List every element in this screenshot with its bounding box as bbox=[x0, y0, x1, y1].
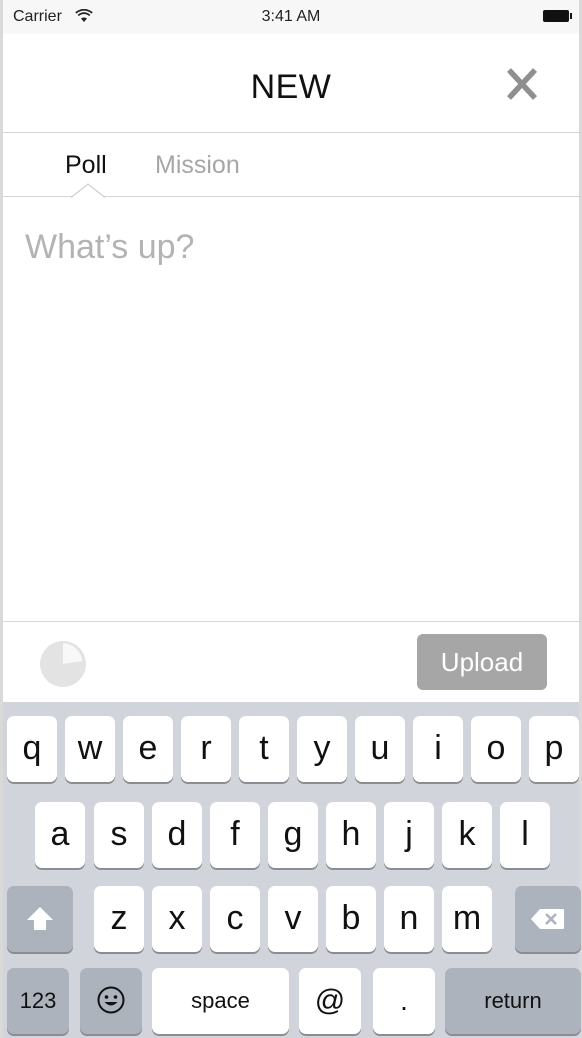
key-p[interactable]: p bbox=[529, 716, 579, 782]
delete-key[interactable] bbox=[515, 886, 581, 952]
keyboard: q w e r t y u i o p a s d f g h j k l z … bbox=[3, 702, 581, 1038]
key-w[interactable]: w bbox=[65, 716, 115, 782]
key-r[interactable]: r bbox=[181, 716, 231, 782]
status-bar: Carrier 3:41 AM bbox=[3, 0, 579, 34]
screen: Carrier 3:41 AM NEW Poll Mission What’s … bbox=[0, 0, 582, 1038]
key-z[interactable]: z bbox=[94, 886, 144, 952]
period-key[interactable]: . bbox=[373, 968, 435, 1034]
shift-icon bbox=[27, 907, 53, 930]
key-h[interactable]: h bbox=[326, 802, 376, 868]
key-o[interactable]: o bbox=[471, 716, 521, 782]
compose-placeholder: What’s up? bbox=[25, 228, 195, 266]
key-c[interactable]: c bbox=[210, 886, 260, 952]
return-key[interactable]: return bbox=[445, 968, 581, 1034]
key-g[interactable]: g bbox=[268, 802, 318, 868]
key-y[interactable]: y bbox=[297, 716, 347, 782]
emoji-icon bbox=[97, 986, 125, 1014]
backspace-icon bbox=[531, 909, 564, 929]
tab-mission[interactable]: Mission bbox=[155, 151, 240, 180]
tab-indicator bbox=[71, 183, 105, 198]
key-x[interactable]: x bbox=[152, 886, 202, 952]
shift-key[interactable] bbox=[7, 886, 73, 952]
key-u[interactable]: u bbox=[355, 716, 405, 782]
tab-poll[interactable]: Poll bbox=[65, 151, 107, 180]
at-key[interactable]: @ bbox=[299, 968, 361, 1034]
key-s[interactable]: s bbox=[94, 802, 144, 868]
key-v[interactable]: v bbox=[268, 886, 318, 952]
key-a[interactable]: a bbox=[35, 802, 85, 868]
key-j[interactable]: j bbox=[384, 802, 434, 868]
emoji-key[interactable] bbox=[80, 968, 142, 1034]
key-b[interactable]: b bbox=[326, 886, 376, 952]
status-time: 3:41 AM bbox=[261, 8, 321, 25]
close-icon[interactable] bbox=[505, 64, 539, 104]
key-i[interactable]: i bbox=[413, 716, 463, 782]
key-t[interactable]: t bbox=[239, 716, 289, 782]
space-key[interactable]: space bbox=[152, 968, 289, 1034]
key-m[interactable]: m bbox=[442, 886, 492, 952]
tab-bar: Poll Mission bbox=[3, 133, 579, 198]
battery-icon bbox=[543, 10, 572, 22]
upload-button[interactable]: Upload bbox=[417, 634, 547, 690]
compose-area[interactable]: What’s up? bbox=[3, 198, 579, 621]
key-q[interactable]: q bbox=[7, 716, 57, 782]
page-title: NEW bbox=[250, 68, 332, 106]
nav-bar: NEW bbox=[3, 34, 579, 133]
key-n[interactable]: n bbox=[384, 886, 434, 952]
key-l[interactable]: l bbox=[500, 802, 550, 868]
key-k[interactable]: k bbox=[442, 802, 492, 868]
pie-timer-icon[interactable] bbox=[39, 640, 87, 688]
key-f[interactable]: f bbox=[210, 802, 260, 868]
key-e[interactable]: e bbox=[123, 716, 173, 782]
compose-toolbar: Upload bbox=[3, 621, 579, 702]
key-d[interactable]: d bbox=[152, 802, 202, 868]
numbers-key[interactable]: 123 bbox=[7, 968, 69, 1034]
